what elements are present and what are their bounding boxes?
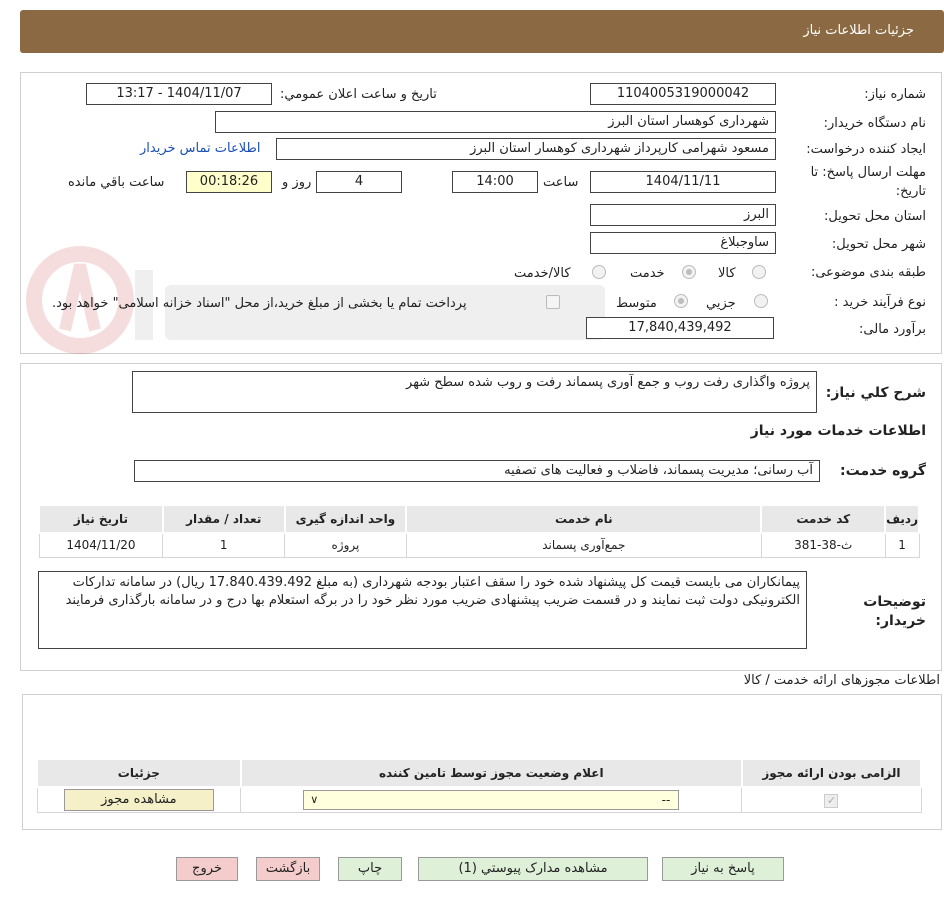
col-permit-required: الزامی بودن ارائه مجوز bbox=[740, 758, 923, 788]
need-number-field: 1104005319000042 bbox=[590, 83, 776, 105]
permit-status-value: -- bbox=[661, 793, 671, 807]
print-button[interactable]: چاپ bbox=[338, 857, 402, 881]
days-field: 4 bbox=[316, 171, 402, 193]
cell-permit-status: ∨ -- bbox=[240, 786, 743, 813]
category-option-goods-service: کالا/خدمت bbox=[514, 266, 571, 281]
process-label: نوع فرآیند خرید : bbox=[834, 295, 926, 310]
buyer-org-field: شهرداری کوهسار استان البرز bbox=[215, 111, 776, 133]
services-section-title: اطلاعات خدمات مورد نیاز bbox=[750, 423, 926, 439]
col-need-date: تاریخ نیاز bbox=[38, 504, 164, 534]
category-radio-goods-service[interactable] bbox=[592, 265, 606, 279]
category-option-goods: کالا bbox=[718, 266, 736, 281]
category-option-service: خدمت bbox=[630, 266, 665, 281]
col-quantity: تعداد / مقدار bbox=[161, 504, 286, 534]
process-radio-medium[interactable] bbox=[674, 294, 688, 308]
cell-permit-required: ✓ bbox=[741, 786, 922, 813]
creator-field: مسعود شهرامی کارپرداز شهرداری کوهسار است… bbox=[276, 138, 776, 160]
cell-quantity: 1 bbox=[162, 532, 286, 558]
cell-row: 1 bbox=[884, 532, 920, 558]
services-table: ردیف کد خدمت نام خدمت واحد اندازه گیری ت… bbox=[38, 504, 920, 558]
announce-label: تاریخ و ساعت اعلان عمومي: bbox=[280, 87, 437, 102]
reply-button[interactable]: پاسخ به نیاز bbox=[662, 857, 784, 881]
buyer-notes-text: پیمانکاران می بایست قیمت کل پیشنهاد شده … bbox=[65, 575, 800, 608]
col-permit-details: جزئیات bbox=[36, 758, 242, 788]
process-option-medium: متوسط bbox=[616, 296, 657, 311]
col-unit: واحد اندازه گیری bbox=[283, 504, 408, 534]
permits-table-header: الزامی بودن ارائه مجوز اعلام وضعیت مجوز … bbox=[36, 758, 923, 788]
province-field: البرز bbox=[590, 204, 776, 226]
process-option-small: جزيي bbox=[706, 296, 736, 311]
cell-unit: پروژه bbox=[284, 532, 407, 558]
buyer-notes-label-2: خریدار: bbox=[875, 613, 926, 629]
buyer-org-label: نام دستگاه خریدار: bbox=[823, 116, 926, 131]
remaining-time-field: 00:18:26 bbox=[186, 171, 272, 193]
buyer-contact-link[interactable]: اطلاعات تماس خریدار bbox=[140, 141, 260, 156]
chevron-down-icon: ∨ bbox=[310, 793, 319, 806]
col-service-code: کد خدمت bbox=[760, 504, 887, 534]
budget-field: 17,840,439,492 bbox=[586, 317, 774, 339]
description-text: پروژه واگذاری رفت روب و جمع آوری پسماند … bbox=[406, 375, 810, 390]
cell-service-name: جمع‌آوری پسماند bbox=[405, 532, 762, 558]
need-number-label: شماره نیاز: bbox=[864, 87, 926, 102]
view-permit-button[interactable]: مشاهده مجوز bbox=[63, 789, 214, 811]
permits-table: الزامی بودن ارائه مجوز اعلام وضعیت مجوز … bbox=[36, 758, 923, 813]
remaining-label: ساعت باقي مانده bbox=[68, 175, 165, 190]
treasury-payment-note: پرداخت تمام یا بخشی از مبلغ خرید،از محل … bbox=[52, 296, 467, 311]
view-attachments-button[interactable]: مشاهده مدارک پیوستي (1) bbox=[418, 857, 648, 881]
deadline-label-date: تاریخ: bbox=[895, 184, 926, 199]
announce-field: 1404/11/07 - 13:17 bbox=[86, 83, 272, 105]
deadline-label: مهلت ارسال پاسخ: تا bbox=[810, 165, 926, 180]
col-service-name: نام خدمت bbox=[405, 504, 763, 534]
buyer-notes-label-1: توضیحات bbox=[863, 594, 926, 610]
table-row: ✓ ∨ -- مشاهده مجوز bbox=[36, 786, 922, 813]
permit-required-checkbox[interactable]: ✓ bbox=[824, 793, 839, 808]
services-table-header: ردیف کد خدمت نام خدمت واحد اندازه گیری ت… bbox=[38, 504, 920, 534]
exit-button[interactable]: خروج bbox=[176, 857, 238, 881]
category-radio-goods[interactable] bbox=[752, 265, 766, 279]
category-radio-service[interactable] bbox=[682, 265, 696, 279]
buyer-notes-textarea[interactable]: پیمانکاران می بایست قیمت کل پیشنهاد شده … bbox=[38, 571, 807, 649]
cell-need-date: 1404/11/20 bbox=[38, 532, 164, 558]
budget-label: برآورد مالی: bbox=[859, 322, 926, 337]
service-group-label: گروه خدمت: bbox=[840, 463, 926, 479]
deadline-date-field: 1404/11/11 bbox=[590, 171, 776, 193]
description-label: شرح کلي نیاز: bbox=[825, 385, 926, 401]
col-row: ردیف bbox=[884, 504, 920, 534]
description-textarea[interactable]: پروژه واگذاری رفت روب و جمع آوری پسماند … bbox=[132, 371, 817, 413]
days-label: روز و bbox=[282, 175, 312, 190]
back-button[interactable]: بازگشت bbox=[256, 857, 320, 881]
service-group-field: آب رسانی؛ مدیریت پسماند، فاضلاب و فعالیت… bbox=[134, 460, 820, 482]
cell-service-code: ث-38-381 bbox=[760, 532, 886, 558]
creator-label: ایجاد کننده درخواست: bbox=[806, 142, 926, 157]
process-radio-small[interactable] bbox=[754, 294, 768, 308]
province-label: استان محل تحویل: bbox=[824, 209, 926, 224]
treasury-payment-checkbox[interactable] bbox=[546, 295, 560, 309]
city-label: شهر محل تحویل: bbox=[831, 237, 926, 252]
category-label: طبقه بندی موضوعی: bbox=[810, 265, 926, 280]
cell-permit-details: مشاهده مجوز bbox=[36, 786, 242, 813]
page-title: جزئیات اطلاعات نیاز bbox=[803, 23, 914, 38]
table-row: 1 ث-38-381 جمع‌آوری پسماند پروژه 1 1404/… bbox=[38, 532, 920, 558]
permits-section-title: اطلاعات مجوزهای ارائه خدمت / کالا bbox=[743, 673, 940, 688]
deadline-time-field: 14:00 bbox=[452, 171, 538, 193]
deadline-time-label: ساعت bbox=[543, 175, 579, 190]
page-header: جزئیات اطلاعات نیاز bbox=[20, 10, 944, 53]
col-permit-status: اعلام وضعیت مجوز توسط تامین کننده bbox=[239, 758, 743, 788]
permit-status-select[interactable]: ∨ -- bbox=[303, 790, 680, 810]
city-field: ساوجبلاغ bbox=[590, 232, 776, 254]
